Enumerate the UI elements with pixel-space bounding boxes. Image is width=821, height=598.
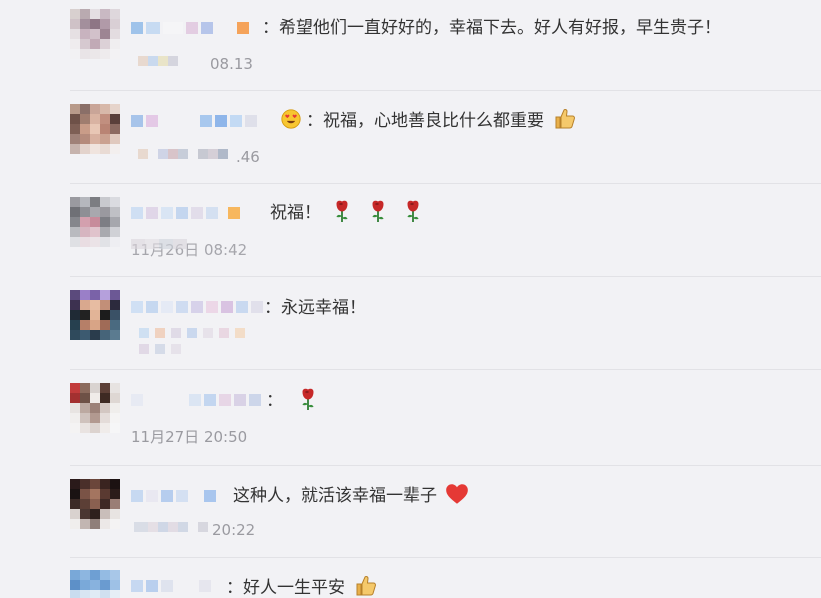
username-blurred[interactable] xyxy=(131,18,252,38)
avatar[interactable] xyxy=(70,383,120,433)
username-blurred[interactable] xyxy=(131,111,260,131)
heart-icon xyxy=(444,481,470,507)
comment-time: 08.13 xyxy=(210,55,253,73)
comment-text-content: ：好人一生平安 xyxy=(226,578,345,598)
comment-time: .46 xyxy=(236,148,260,166)
separator xyxy=(70,465,821,466)
avatar[interactable] xyxy=(70,479,120,529)
thumbs-up-icon xyxy=(354,574,378,598)
avatar[interactable] xyxy=(70,197,120,247)
avatar[interactable] xyxy=(70,9,120,59)
comment-text: ：祝福，心地善良比什么都重要 xyxy=(306,109,577,133)
rose-icon xyxy=(296,387,320,411)
comment-time: 11月27日 20:50 xyxy=(131,428,248,446)
rose-icon xyxy=(330,199,354,223)
separator xyxy=(70,369,821,370)
separator xyxy=(70,276,821,277)
avatar[interactable] xyxy=(70,104,120,154)
username-blurred[interactable] xyxy=(131,390,264,410)
time-blur-mask xyxy=(134,522,208,532)
avatar[interactable] xyxy=(70,290,120,340)
comment-time: 20:22 xyxy=(212,521,256,539)
time-blur-mask xyxy=(138,149,228,159)
rose-icon xyxy=(401,199,425,223)
avatar[interactable] xyxy=(70,570,120,598)
separator xyxy=(70,557,821,558)
username-blurred[interactable] xyxy=(131,297,266,317)
username-blurred[interactable] xyxy=(131,203,243,223)
separator xyxy=(70,90,821,91)
comment-text: ：好人一生平安 xyxy=(226,576,378,598)
comment-text: ：永远幸福！ xyxy=(264,298,366,318)
username-blurred[interactable] xyxy=(131,486,219,506)
comment-text-content: 这种人，就活该幸福一辈子 xyxy=(233,486,437,506)
username-blurred[interactable] xyxy=(131,576,214,596)
comment-text: 祝福！ xyxy=(270,201,425,225)
time-blur-mask xyxy=(131,239,187,249)
comment-text-content: 祝福！ xyxy=(270,203,321,223)
time-blur-mask xyxy=(138,56,178,66)
time-blur-mask xyxy=(139,328,259,354)
rose-icon xyxy=(366,199,390,223)
comment-text: 这种人，就活该幸福一辈子 xyxy=(233,484,470,508)
comment-text: ： xyxy=(266,389,320,413)
separator xyxy=(70,183,821,184)
thumbs-up-icon xyxy=(553,107,577,131)
comment-text: ：希望他们一直好好的，幸福下去。好人有好报，早生贵子！ xyxy=(262,18,721,38)
heart-eyes-icon xyxy=(280,108,302,130)
comment-text-content: ： xyxy=(266,391,283,411)
comment-text-content: ：祝福，心地善良比什么都重要 xyxy=(306,111,544,131)
